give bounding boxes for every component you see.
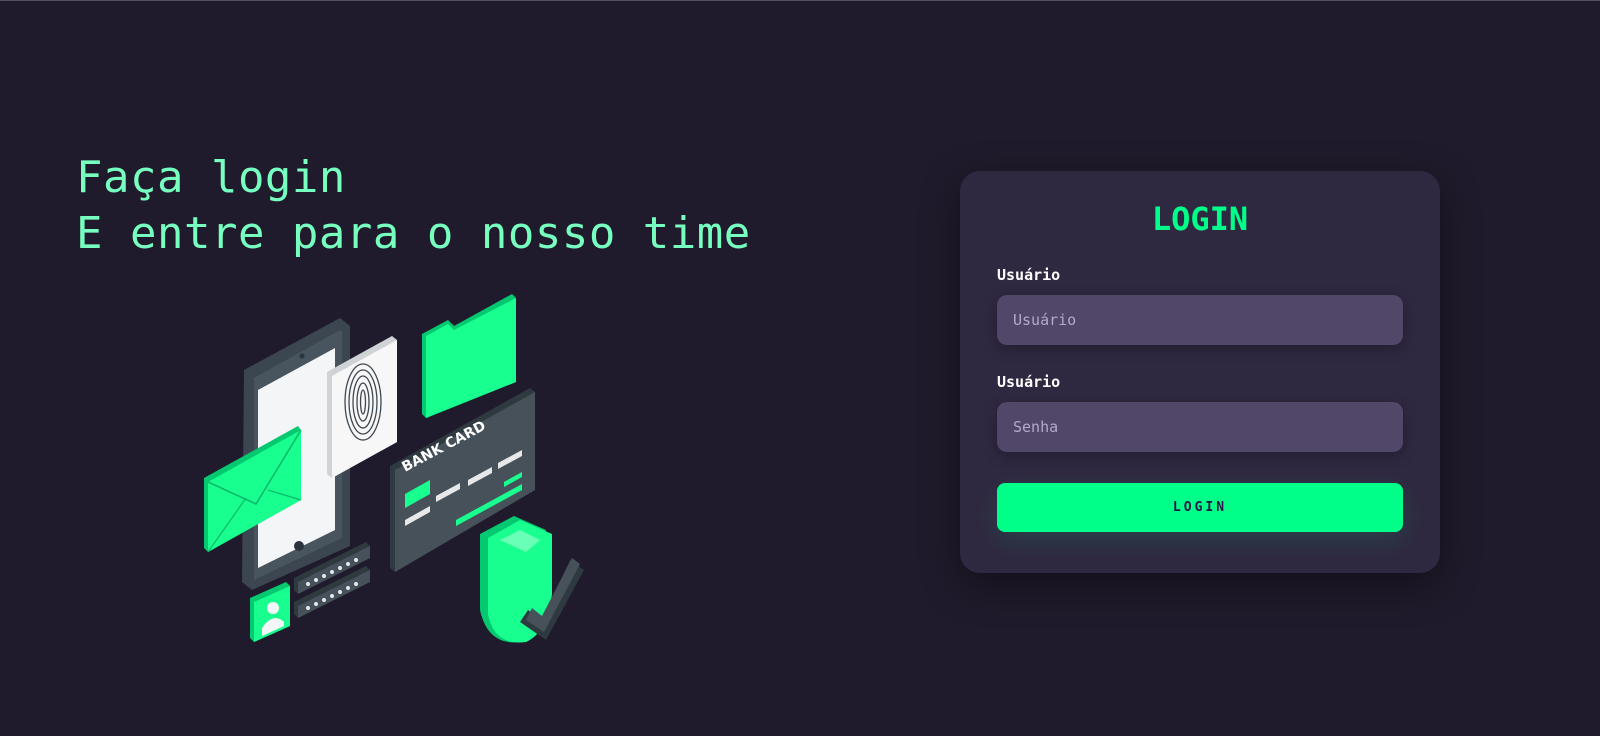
top-border xyxy=(0,0,1600,1)
security-illustration: BANK CARD xyxy=(204,294,584,643)
headline-line-1: Faça login xyxy=(76,152,346,203)
folder-icon xyxy=(422,294,516,418)
headline-line-2: E entre para o nosso time xyxy=(76,208,751,259)
login-title: LOGIN xyxy=(1151,200,1249,238)
login-card: LOGIN Usuário Usuário LOGIN xyxy=(960,171,1440,573)
username-label: Usuário xyxy=(997,266,1061,284)
shield-check-icon xyxy=(480,516,584,643)
page-headline: Faça login E entre para o nosso time xyxy=(76,150,751,262)
username-input[interactable] xyxy=(997,295,1403,345)
password-label: Usuário xyxy=(997,373,1061,391)
password-input[interactable] xyxy=(997,402,1403,452)
user-avatar-icon xyxy=(250,582,290,642)
login-button[interactable]: LOGIN xyxy=(997,483,1403,532)
